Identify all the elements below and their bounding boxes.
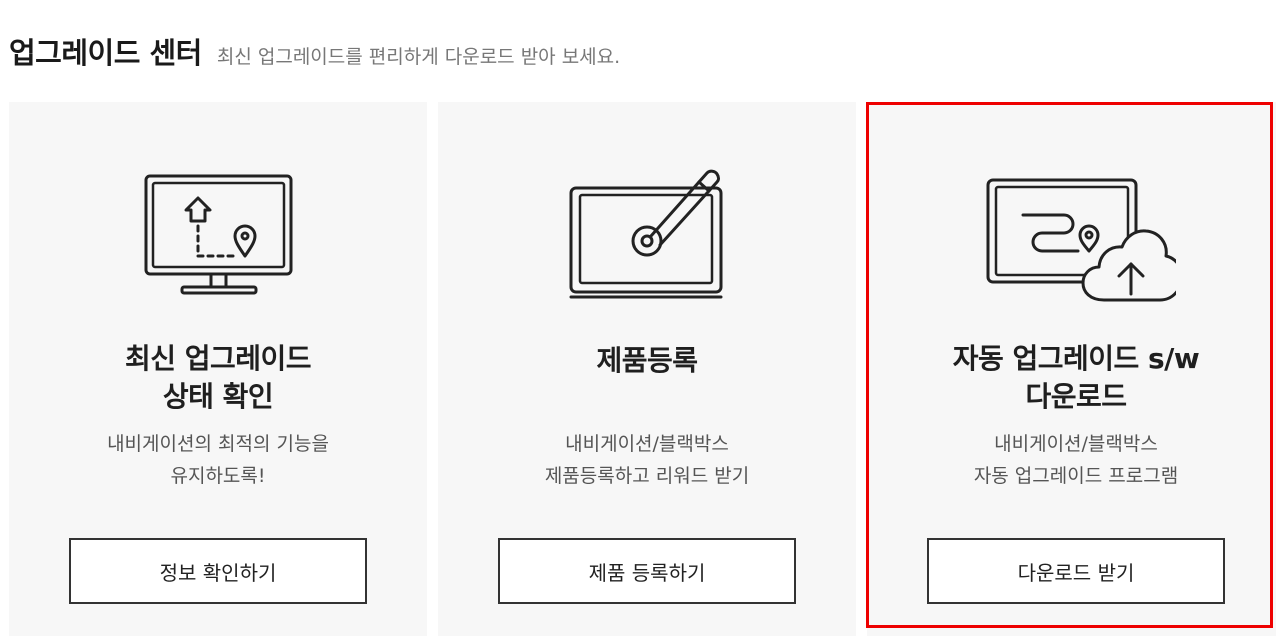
card-description: 내비게이션의 최적의 기능을 유지하도록! xyxy=(107,433,329,487)
page-subtitle: 최신 업그레이드를 편리하게 다운로드 받아 보세요. xyxy=(216,46,621,68)
card-title: 자동 업그레이드 s/w 다운로드 xyxy=(952,342,1200,413)
card-title: 제품등록 xyxy=(596,344,698,377)
check-info-button[interactable]: 정보 확인하기 xyxy=(69,538,367,604)
page-title: 업그레이드 센터 xyxy=(9,36,202,70)
tablet-pen-icon xyxy=(569,169,723,299)
card-list: 최신 업그레이드 상태 확인 내비게이션의 최적의 기능을 유지하도록! 정보 … xyxy=(9,102,1276,636)
register-product-button[interactable]: 제품 등록하기 xyxy=(498,538,796,604)
card-description: 내비게이션/블랙박스 자동 업그레이드 프로그램 xyxy=(973,433,1179,487)
card-upgrade-status: 최신 업그레이드 상태 확인 내비게이션의 최적의 기능을 유지하도록! 정보 … xyxy=(9,102,427,636)
cloud-upload-icon xyxy=(986,178,1176,302)
monitor-route-icon xyxy=(144,174,293,295)
card-auto-upgrade-download: 자동 업그레이드 s/w 다운로드 내비게이션/블랙박스 자동 업그레이드 프로… xyxy=(867,102,1276,636)
card-product-registration: 제품등록 내비게이션/블랙박스 제품등록하고 리워드 받기 제품 등록하기 xyxy=(438,102,856,636)
page-header: 업그레이드 센터 최신 업그레이드를 편리하게 다운로드 받아 보세요. xyxy=(9,30,620,72)
card-title: 최신 업그레이드 상태 확인 xyxy=(124,342,312,413)
card-description: 내비게이션/블랙박스 제품등록하고 리워드 받기 xyxy=(544,433,750,487)
download-button[interactable]: 다운로드 받기 xyxy=(927,538,1225,604)
